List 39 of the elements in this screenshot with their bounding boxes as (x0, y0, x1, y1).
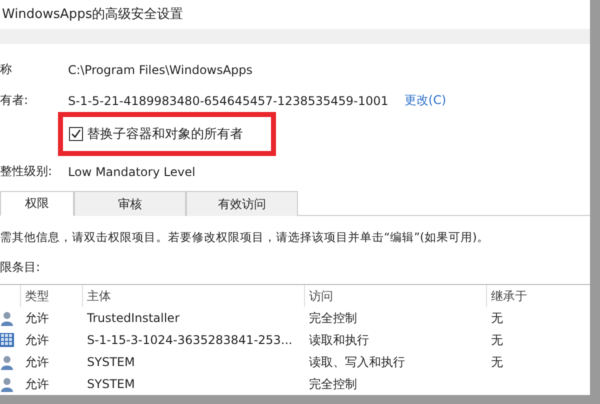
column-header[interactable]: 继承于 (486, 285, 590, 307)
table-cell-text: 完全控制 (308, 376, 358, 392)
table-cell-text: 读取和执行 (308, 332, 370, 348)
table-cell-text: 无 (490, 354, 504, 370)
entries-label: 限条目: (0, 259, 42, 276)
field-value: S-1-5-21-4189983480-654645457-1238535459-1001 (68, 94, 388, 108)
field-label: 有者: (0, 92, 30, 109)
table-cell-text: SYSTEM (86, 377, 136, 391)
table-cell-text: 读取、写入和执行 (308, 354, 406, 370)
window-title: WindowsApps的高级安全设置 (1, 6, 184, 24)
table-cell-text: TrustedInstaller (86, 311, 181, 325)
field-label: 整性级别: (0, 163, 54, 180)
table-cell-text: 允许 (24, 332, 50, 348)
user-icon (0, 376, 14, 392)
field-value: Low Mandatory Level (68, 164, 196, 178)
checkmark-icon (71, 129, 81, 139)
column-header[interactable]: 主体 (82, 285, 304, 307)
table-cell-text: 无 (490, 332, 504, 348)
field-label: 称 (0, 61, 13, 78)
checkbox-label: 替换子容器和对象的所有者 (87, 126, 243, 143)
field-value: C:\Program Files\WindowsApps (68, 62, 253, 76)
tab[interactable]: 审核 (74, 191, 186, 216)
grid-icon (0, 333, 14, 347)
tab[interactable]: 有效访问 (186, 191, 298, 216)
table-cell-text: 无 (490, 310, 504, 326)
table-cell-text: 允许 (24, 354, 50, 370)
table-cell-text: 允许 (24, 376, 50, 392)
info-text: 需其他信息，请双击权限项目。若要修改权限项目，请选择该项目并单击“编辑”(如果可用)。 (0, 230, 490, 245)
table-cell-text: SYSTEM (86, 355, 136, 369)
column-header[interactable]: 访问 (304, 285, 486, 307)
table-cell-text: S-1-15-3-1024-3635283841-253... (86, 333, 294, 347)
table-cell-text: 允许 (24, 310, 50, 326)
user-icon (0, 310, 14, 326)
tab[interactable]: 权限 (0, 191, 74, 216)
table-cell-text: 完全控制 (308, 310, 358, 326)
column-header[interactable]: 类型 (20, 285, 82, 307)
change-link[interactable]: 更改(C) (404, 92, 446, 109)
checkbox[interactable] (69, 127, 83, 141)
user-icon (0, 354, 14, 370)
